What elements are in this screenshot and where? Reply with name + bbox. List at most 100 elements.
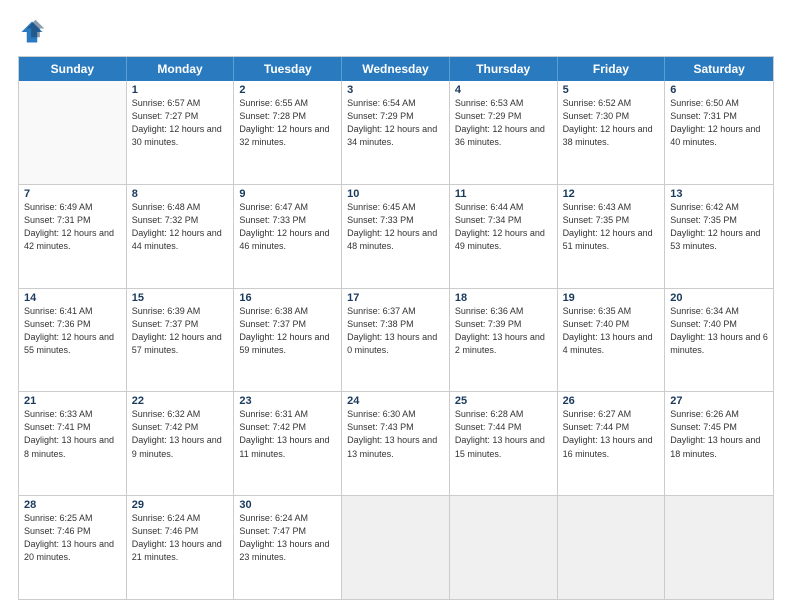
- calendar-cell: 10Sunrise: 6:45 AMSunset: 7:33 PMDayligh…: [342, 185, 450, 288]
- day-number: 22: [132, 395, 229, 407]
- calendar-cell: 2Sunrise: 6:55 AMSunset: 7:28 PMDaylight…: [234, 81, 342, 184]
- day-number: 11: [455, 188, 552, 200]
- logo-icon: [18, 18, 46, 46]
- day-number: 18: [455, 292, 552, 304]
- day-info: Sunrise: 6:27 AMSunset: 7:44 PMDaylight:…: [563, 408, 660, 460]
- day-info: Sunrise: 6:50 AMSunset: 7:31 PMDaylight:…: [670, 97, 768, 149]
- day-number: 16: [239, 292, 336, 304]
- logo: [18, 18, 50, 46]
- day-info: Sunrise: 6:30 AMSunset: 7:43 PMDaylight:…: [347, 408, 444, 460]
- day-info: Sunrise: 6:43 AMSunset: 7:35 PMDaylight:…: [563, 201, 660, 253]
- day-info: Sunrise: 6:31 AMSunset: 7:42 PMDaylight:…: [239, 408, 336, 460]
- header-day-saturday: Saturday: [665, 57, 773, 81]
- day-info: Sunrise: 6:32 AMSunset: 7:42 PMDaylight:…: [132, 408, 229, 460]
- calendar-cell: 23Sunrise: 6:31 AMSunset: 7:42 PMDayligh…: [234, 392, 342, 495]
- day-number: 24: [347, 395, 444, 407]
- day-info: Sunrise: 6:36 AMSunset: 7:39 PMDaylight:…: [455, 305, 552, 357]
- calendar-cell: 18Sunrise: 6:36 AMSunset: 7:39 PMDayligh…: [450, 289, 558, 392]
- day-number: 19: [563, 292, 660, 304]
- calendar-cell: [665, 496, 773, 599]
- day-info: Sunrise: 6:52 AMSunset: 7:30 PMDaylight:…: [563, 97, 660, 149]
- day-number: 26: [563, 395, 660, 407]
- day-number: 23: [239, 395, 336, 407]
- day-number: 7: [24, 188, 121, 200]
- day-number: 17: [347, 292, 444, 304]
- day-number: 8: [132, 188, 229, 200]
- calendar-cell: 7Sunrise: 6:49 AMSunset: 7:31 PMDaylight…: [19, 185, 127, 288]
- calendar-cell: 6Sunrise: 6:50 AMSunset: 7:31 PMDaylight…: [665, 81, 773, 184]
- day-number: 20: [670, 292, 768, 304]
- calendar-cell: 21Sunrise: 6:33 AMSunset: 7:41 PMDayligh…: [19, 392, 127, 495]
- day-number: 5: [563, 84, 660, 96]
- calendar-row-2: 7Sunrise: 6:49 AMSunset: 7:31 PMDaylight…: [19, 185, 773, 289]
- calendar-cell: [19, 81, 127, 184]
- day-number: 28: [24, 499, 121, 511]
- calendar-row-1: 1Sunrise: 6:57 AMSunset: 7:27 PMDaylight…: [19, 81, 773, 185]
- day-number: 14: [24, 292, 121, 304]
- calendar-cell: 16Sunrise: 6:38 AMSunset: 7:37 PMDayligh…: [234, 289, 342, 392]
- day-number: 6: [670, 84, 768, 96]
- header-day-wednesday: Wednesday: [342, 57, 450, 81]
- day-info: Sunrise: 6:45 AMSunset: 7:33 PMDaylight:…: [347, 201, 444, 253]
- calendar-cell: 8Sunrise: 6:48 AMSunset: 7:32 PMDaylight…: [127, 185, 235, 288]
- calendar-cell: 25Sunrise: 6:28 AMSunset: 7:44 PMDayligh…: [450, 392, 558, 495]
- calendar-row-3: 14Sunrise: 6:41 AMSunset: 7:36 PMDayligh…: [19, 289, 773, 393]
- day-info: Sunrise: 6:53 AMSunset: 7:29 PMDaylight:…: [455, 97, 552, 149]
- day-info: Sunrise: 6:57 AMSunset: 7:27 PMDaylight:…: [132, 97, 229, 149]
- day-number: 27: [670, 395, 768, 407]
- calendar-cell: 14Sunrise: 6:41 AMSunset: 7:36 PMDayligh…: [19, 289, 127, 392]
- calendar-cell: 26Sunrise: 6:27 AMSunset: 7:44 PMDayligh…: [558, 392, 666, 495]
- header-day-tuesday: Tuesday: [234, 57, 342, 81]
- calendar-cell: 30Sunrise: 6:24 AMSunset: 7:47 PMDayligh…: [234, 496, 342, 599]
- day-info: Sunrise: 6:42 AMSunset: 7:35 PMDaylight:…: [670, 201, 768, 253]
- day-info: Sunrise: 6:37 AMSunset: 7:38 PMDaylight:…: [347, 305, 444, 357]
- calendar-cell: 5Sunrise: 6:52 AMSunset: 7:30 PMDaylight…: [558, 81, 666, 184]
- calendar-cell: 29Sunrise: 6:24 AMSunset: 7:46 PMDayligh…: [127, 496, 235, 599]
- day-info: Sunrise: 6:33 AMSunset: 7:41 PMDaylight:…: [24, 408, 121, 460]
- day-number: 1: [132, 84, 229, 96]
- calendar: SundayMondayTuesdayWednesdayThursdayFrid…: [18, 56, 774, 600]
- calendar-cell: 27Sunrise: 6:26 AMSunset: 7:45 PMDayligh…: [665, 392, 773, 495]
- calendar-cell: [450, 496, 558, 599]
- day-number: 29: [132, 499, 229, 511]
- calendar-cell: 19Sunrise: 6:35 AMSunset: 7:40 PMDayligh…: [558, 289, 666, 392]
- calendar-cell: [558, 496, 666, 599]
- day-info: Sunrise: 6:34 AMSunset: 7:40 PMDaylight:…: [670, 305, 768, 357]
- day-number: 3: [347, 84, 444, 96]
- header-day-thursday: Thursday: [450, 57, 558, 81]
- day-info: Sunrise: 6:39 AMSunset: 7:37 PMDaylight:…: [132, 305, 229, 357]
- calendar-cell: 3Sunrise: 6:54 AMSunset: 7:29 PMDaylight…: [342, 81, 450, 184]
- calendar-row-5: 28Sunrise: 6:25 AMSunset: 7:46 PMDayligh…: [19, 496, 773, 599]
- day-info: Sunrise: 6:44 AMSunset: 7:34 PMDaylight:…: [455, 201, 552, 253]
- page: SundayMondayTuesdayWednesdayThursdayFrid…: [0, 0, 792, 612]
- day-number: 15: [132, 292, 229, 304]
- calendar-cell: 24Sunrise: 6:30 AMSunset: 7:43 PMDayligh…: [342, 392, 450, 495]
- header-day-friday: Friday: [558, 57, 666, 81]
- day-number: 4: [455, 84, 552, 96]
- day-number: 12: [563, 188, 660, 200]
- calendar-cell: [342, 496, 450, 599]
- day-info: Sunrise: 6:48 AMSunset: 7:32 PMDaylight:…: [132, 201, 229, 253]
- day-info: Sunrise: 6:24 AMSunset: 7:46 PMDaylight:…: [132, 512, 229, 564]
- day-number: 13: [670, 188, 768, 200]
- calendar-cell: 20Sunrise: 6:34 AMSunset: 7:40 PMDayligh…: [665, 289, 773, 392]
- calendar-header: SundayMondayTuesdayWednesdayThursdayFrid…: [19, 57, 773, 81]
- day-info: Sunrise: 6:47 AMSunset: 7:33 PMDaylight:…: [239, 201, 336, 253]
- calendar-cell: 11Sunrise: 6:44 AMSunset: 7:34 PMDayligh…: [450, 185, 558, 288]
- day-number: 21: [24, 395, 121, 407]
- day-info: Sunrise: 6:24 AMSunset: 7:47 PMDaylight:…: [239, 512, 336, 564]
- calendar-body: 1Sunrise: 6:57 AMSunset: 7:27 PMDaylight…: [19, 81, 773, 599]
- calendar-cell: 15Sunrise: 6:39 AMSunset: 7:37 PMDayligh…: [127, 289, 235, 392]
- header-day-monday: Monday: [127, 57, 235, 81]
- day-info: Sunrise: 6:41 AMSunset: 7:36 PMDaylight:…: [24, 305, 121, 357]
- calendar-cell: 28Sunrise: 6:25 AMSunset: 7:46 PMDayligh…: [19, 496, 127, 599]
- calendar-cell: 1Sunrise: 6:57 AMSunset: 7:27 PMDaylight…: [127, 81, 235, 184]
- day-info: Sunrise: 6:28 AMSunset: 7:44 PMDaylight:…: [455, 408, 552, 460]
- header-day-sunday: Sunday: [19, 57, 127, 81]
- header: [18, 18, 774, 46]
- day-info: Sunrise: 6:35 AMSunset: 7:40 PMDaylight:…: [563, 305, 660, 357]
- calendar-cell: 4Sunrise: 6:53 AMSunset: 7:29 PMDaylight…: [450, 81, 558, 184]
- calendar-cell: 12Sunrise: 6:43 AMSunset: 7:35 PMDayligh…: [558, 185, 666, 288]
- day-info: Sunrise: 6:54 AMSunset: 7:29 PMDaylight:…: [347, 97, 444, 149]
- day-info: Sunrise: 6:49 AMSunset: 7:31 PMDaylight:…: [24, 201, 121, 253]
